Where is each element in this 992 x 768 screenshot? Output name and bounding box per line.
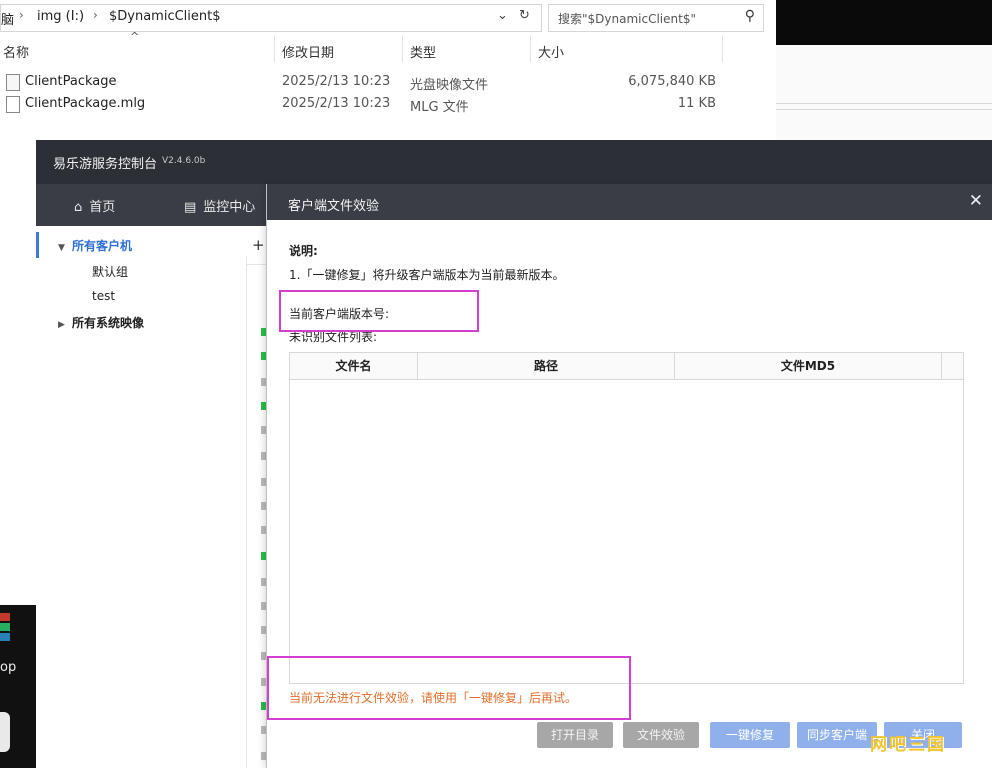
file-date: 2025/2/13 10:23 xyxy=(282,96,391,111)
search-icon[interactable]: ⚲ xyxy=(745,8,755,24)
client-tree: ▼ 所有客户机 默认组 test ▶ 所有系统映像 xyxy=(36,226,241,768)
open-directory-button[interactable]: 打开目录 xyxy=(537,722,613,748)
disc-image-file-icon xyxy=(6,74,20,91)
caret-down-icon[interactable]: ▼ xyxy=(58,243,72,253)
chevron-right-icon: › xyxy=(19,8,24,22)
column-header-filename[interactable]: 文件名 xyxy=(290,353,418,379)
column-header-date[interactable]: 修改日期 xyxy=(282,42,334,61)
chevron-right-icon: › xyxy=(93,8,98,22)
home-icon: ⌂ xyxy=(74,200,83,215)
table-header: 文件名 路径 文件MD5 xyxy=(290,353,963,380)
column-header-path[interactable]: 路径 xyxy=(418,353,675,379)
tree-item-all-clients[interactable]: ▼ 所有客户机 xyxy=(58,237,132,254)
document-file-icon xyxy=(6,96,20,113)
dialog-title: 客户端文件效验 xyxy=(288,199,380,214)
caret-right-icon[interactable]: ▶ xyxy=(58,320,72,330)
nav-monitor-label: 监控中心 xyxy=(203,200,256,215)
chevron-down-icon[interactable]: ⌄ xyxy=(497,8,508,23)
search-placeholder: 搜索"$DynamicClient$" xyxy=(558,12,696,26)
file-type: MLG 文件 xyxy=(410,100,469,115)
taskbar-fragment: op xyxy=(0,605,36,768)
column-divider[interactable] xyxy=(530,36,531,62)
nav-monitor-center[interactable]: ▤ 监控中心 xyxy=(184,196,255,215)
note-line: 1.「一键修复」将升级客户端版本为当前最新版本。 xyxy=(289,268,565,282)
column-divider[interactable] xyxy=(402,36,403,62)
app-titlebar: 易乐游服务控制台 V2.4.6.0b xyxy=(36,140,992,184)
taskbar-label-fragment: op xyxy=(0,660,17,675)
app-icon-fragment xyxy=(0,613,10,621)
highlight-box-error xyxy=(267,656,631,720)
search-input[interactable]: 搜索"$DynamicClient$" ⚲ xyxy=(548,4,764,32)
app-title: 易乐游服务控制台 xyxy=(53,157,158,172)
highlight-box-version xyxy=(279,290,479,332)
file-verify-dialog: 客户端文件效验 ✕ 说明: 1.「一键修复」将升级客户端版本为当前最新版本。 当… xyxy=(266,184,992,768)
watermark-logo: 网吧三国 xyxy=(870,735,946,755)
divider xyxy=(776,109,992,110)
breadcrumb-drive[interactable]: img (I:) xyxy=(37,9,84,24)
tree-item-all-images[interactable]: ▶ 所有系统映像 xyxy=(58,314,144,331)
app-icon-fragment xyxy=(0,623,10,631)
verify-files-button[interactable]: 文件效验 xyxy=(623,722,699,748)
unrecognized-files-table[interactable]: 文件名 路径 文件MD5 xyxy=(289,352,964,684)
tree-item-label: 所有系统映像 xyxy=(72,316,145,330)
nav-home-label: 首页 xyxy=(89,200,116,215)
file-name: ClientPackage.mlg xyxy=(25,96,146,111)
monitor-icon: ▤ xyxy=(184,200,197,215)
sort-ascending-icon: ^ xyxy=(130,30,140,43)
app-icon-fragment xyxy=(0,633,10,641)
tree-item-default-group[interactable]: 默认组 xyxy=(92,263,128,280)
column-header-type[interactable]: 类型 xyxy=(410,42,436,61)
tree-item-label: 所有客户机 xyxy=(72,239,133,253)
app-version: V2.4.6.0b xyxy=(162,156,206,166)
tree-selection-indicator xyxy=(36,232,39,258)
close-icon[interactable]: ✕ xyxy=(969,191,983,211)
dialog-header: 客户端文件效验 ✕ xyxy=(267,184,992,220)
app-icon-fragment[interactable] xyxy=(0,712,10,752)
background-window-dark xyxy=(776,0,992,45)
divider xyxy=(776,103,992,104)
column-divider[interactable] xyxy=(722,36,723,62)
refresh-icon[interactable]: ↻ xyxy=(519,8,530,23)
file-date: 2025/2/13 10:23 xyxy=(282,74,391,89)
address-bar[interactable]: 脑 › img (I:) › $DynamicClient$ ⌄ ↻ xyxy=(0,4,542,32)
tree-item-test[interactable]: test xyxy=(92,289,115,303)
breadcrumb-folder[interactable]: $DynamicClient$ xyxy=(109,9,221,24)
file-explorer-window: 脑 › img (I:) › $DynamicClient$ ⌄ ↻ 搜索"$D… xyxy=(0,0,776,140)
column-header-name[interactable]: 名称 xyxy=(3,42,29,61)
add-icon[interactable]: + xyxy=(252,236,265,254)
column-header-md5[interactable]: 文件MD5 xyxy=(675,353,942,379)
file-name: ClientPackage xyxy=(25,74,117,89)
file-row[interactable]: ClientPackage 2025/2/13 10:23 光盘映像文件 6,0… xyxy=(0,72,776,94)
column-divider[interactable] xyxy=(274,36,275,62)
tree-item-label: 默认组 xyxy=(92,265,129,279)
sync-client-button[interactable]: 同步客户端 xyxy=(797,722,877,748)
nav-home[interactable]: ⌂ 首页 xyxy=(74,196,115,215)
tree-item-label: test xyxy=(92,289,116,303)
file-type: 光盘映像文件 xyxy=(410,78,489,93)
note-heading: 说明: xyxy=(289,244,318,258)
breadcrumb-computer[interactable]: 脑 xyxy=(1,9,14,28)
column-header-size[interactable]: 大小 xyxy=(538,42,564,61)
file-row[interactable]: ClientPackage.mlg 2025/2/13 10:23 MLG 文件… xyxy=(0,94,776,116)
file-size: 11 KB xyxy=(677,96,716,111)
file-size: 6,075,840 KB xyxy=(628,74,716,89)
one-click-repair-button[interactable]: 一键修复 xyxy=(710,722,790,748)
